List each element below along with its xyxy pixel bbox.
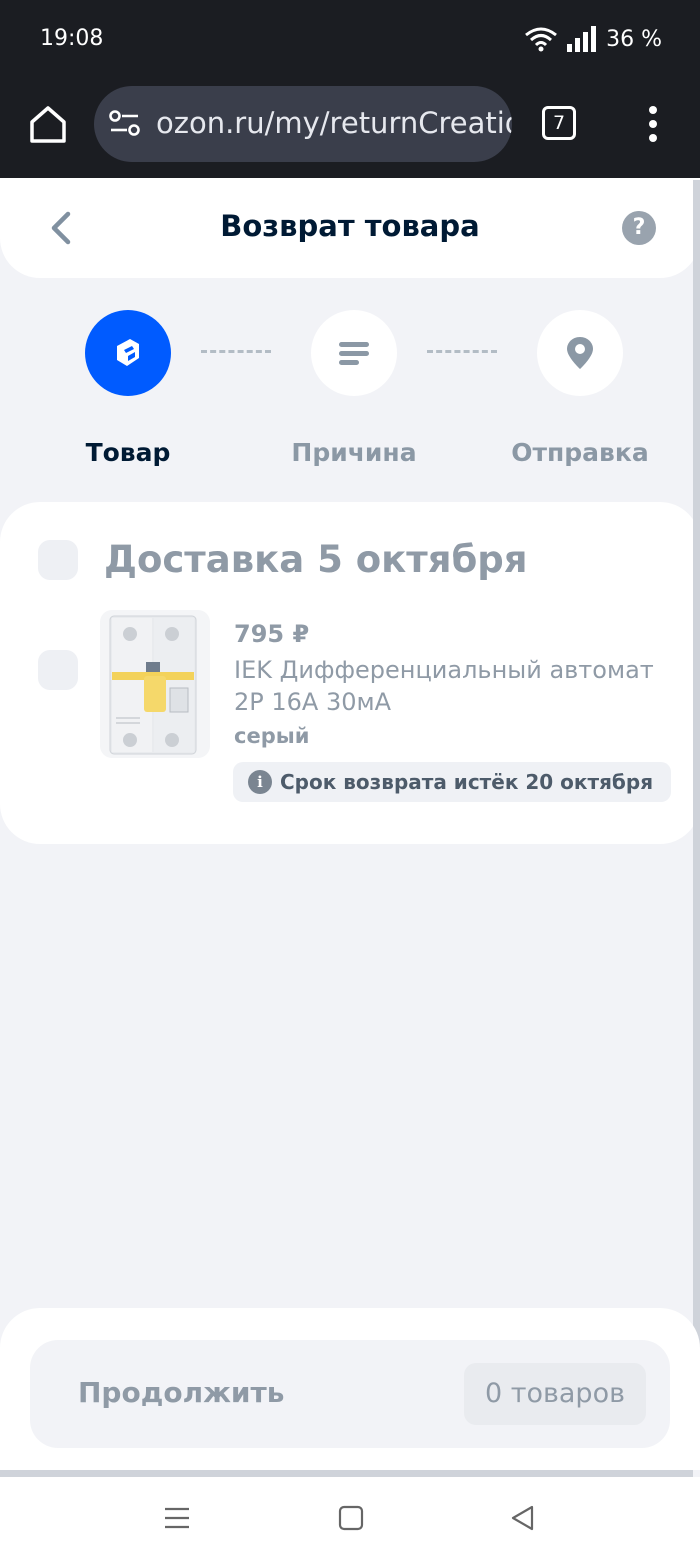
signal-icon — [567, 26, 597, 52]
status-time: 19:08 — [40, 26, 104, 51]
location-pin-icon — [567, 337, 593, 369]
bottom-divider — [0, 1470, 693, 1477]
step-connector — [201, 350, 271, 353]
product-color: серый — [234, 724, 310, 748]
step-label-reason: Причина — [291, 438, 417, 467]
step-label-product: Товар — [85, 438, 171, 467]
group-checkbox[interactable] — [38, 540, 78, 580]
box-icon — [117, 339, 139, 366]
product-price: 795 ₽ — [234, 620, 310, 648]
item-checkbox[interactable] — [38, 650, 78, 690]
more-menu-icon[interactable] — [640, 102, 666, 146]
step-label-shipping: Отправка — [511, 438, 649, 467]
status-indicators: 36 % — [524, 26, 662, 52]
status-bar: 19:08 36 % — [0, 0, 700, 80]
wifi-icon — [525, 27, 558, 52]
home-nav-icon[interactable] — [336, 1503, 366, 1533]
home-icon[interactable] — [26, 102, 70, 146]
recent-apps-icon[interactable] — [162, 1503, 192, 1533]
return-notice-text: Срок возврата истёк 20 октября — [280, 770, 654, 794]
delivery-title: Доставка 5 октября — [104, 538, 528, 581]
circuit-breaker-image — [109, 615, 197, 755]
browser-toolbar: ozon.ru/my/returnCreation 7 — [0, 80, 700, 178]
delivery-card: Доставка 5 октября 795 ₽ IEK Дифференциа… — [0, 502, 700, 844]
app-header: Возврат товара ? — [0, 178, 700, 278]
selected-count: 0 товаров — [464, 1363, 646, 1425]
list-icon — [339, 342, 369, 365]
site-settings-icon[interactable] — [108, 108, 142, 140]
step-reason[interactable] — [311, 310, 397, 396]
return-expired-badge: i Срок возврата истёк 20 октября — [233, 762, 671, 802]
continue-button[interactable]: Продолжить 0 товаров — [30, 1340, 670, 1448]
help-icon[interactable]: ? — [622, 211, 656, 245]
page-title: Возврат товара — [220, 209, 480, 243]
continue-label: Продолжить — [78, 1376, 285, 1409]
url-text: ozon.ru/my/returnCreation — [156, 106, 512, 140]
tabs-count-button[interactable]: 7 — [542, 106, 576, 140]
step-product[interactable] — [85, 310, 171, 396]
step-shipping[interactable] — [537, 310, 623, 396]
product-image[interactable] — [100, 610, 210, 758]
step-connector — [427, 350, 497, 353]
info-icon: i — [248, 770, 272, 794]
back-nav-icon[interactable] — [508, 1503, 538, 1533]
product-name[interactable]: IEK Дифференциальный автомат 2P 16A 30мА — [234, 654, 674, 718]
battery-percent: 36 % — [606, 26, 662, 52]
system-nav-bar — [0, 1477, 700, 1563]
address-bar[interactable]: ozon.ru/my/returnCreation — [94, 86, 512, 162]
bottom-action-panel: Продолжить 0 товаров — [0, 1308, 700, 1470]
page-scrollbar[interactable] — [693, 180, 700, 1370]
